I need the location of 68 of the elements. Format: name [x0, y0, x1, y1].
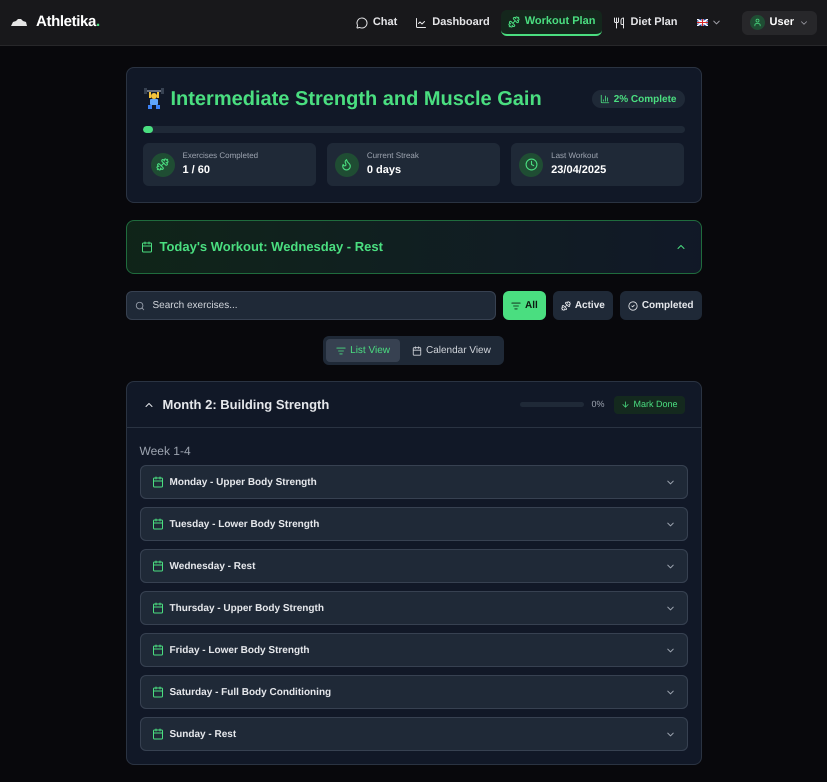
day-title: Friday - Lower Body Strength — [170, 644, 310, 658]
filter-button[interactable]: All — [503, 291, 546, 320]
brand-name: Athletika — [36, 12, 96, 32]
flame-icon — [340, 158, 354, 171]
logo-icon — [10, 18, 28, 27]
day-title: Sunday - Rest — [170, 728, 236, 742]
search-field[interactable]: Search exercises... — [126, 291, 496, 320]
calendar-icon — [152, 602, 164, 614]
day-row[interactable]: Thursday - Upper Body Strength — [140, 591, 688, 625]
clock-icon — [524, 158, 538, 171]
utensils-icon — [613, 16, 626, 28]
week-label: Week 1-4 — [140, 443, 192, 460]
arrow-down-icon — [621, 400, 630, 409]
completion-badge: 2% Complete — [592, 90, 684, 108]
list-icon — [336, 346, 346, 356]
flag-icon — [696, 19, 708, 26]
day-row[interactable]: Friday - Lower Body Strength — [140, 633, 688, 667]
calendar-icon — [140, 241, 152, 253]
stat-label: Last Workout — [551, 150, 600, 162]
line-chart-icon — [415, 16, 428, 28]
day-title: Wednesday - Rest — [170, 560, 256, 574]
nav-tab[interactable]: Workout Plan — [500, 10, 602, 36]
calendar-icon — [152, 476, 164, 488]
calendar-icon — [152, 560, 164, 572]
filter-button[interactable]: Active — [552, 291, 613, 320]
brand-dot: . — [96, 12, 100, 32]
weightlifter-icon — [142, 88, 164, 110]
nav-tab[interactable]: Chat — [348, 10, 404, 36]
calendar-icon — [152, 518, 164, 530]
nav-tab[interactable]: Diet Plan — [606, 10, 685, 36]
day-row[interactable]: Monday - Upper Body Strength — [140, 465, 688, 499]
day-row[interactable]: Sunday - Rest — [140, 717, 688, 751]
stat-label: Exercises Completed — [182, 150, 258, 162]
calendar-icon — [152, 644, 164, 656]
todays-workout-title: Today's Workout: Wednesday - Rest — [160, 238, 383, 256]
dumbbell-icon — [508, 16, 520, 28]
day-title: Monday - Upper Body Strength — [170, 476, 317, 490]
todays-workout-panel[interactable]: Today's Workout: Wednesday - Rest — [126, 220, 702, 274]
dumbbell-icon — [560, 300, 571, 310]
calendar-icon — [152, 686, 164, 698]
day-title: Thursday - Upper Body Strength — [170, 602, 324, 616]
plan-title: Intermediate Strength and Muscle Gain — [170, 87, 542, 112]
check-circle-icon — [628, 300, 638, 310]
view-tab[interactable]: List View — [326, 339, 400, 362]
view-tab[interactable]: Calendar View — [402, 339, 501, 362]
day-title: Saturday - Full Body Conditioning — [170, 686, 332, 700]
mark-done-button[interactable]: Mark Done — [614, 396, 684, 414]
month-toggle[interactable]: Month 2: Building Strength — [142, 394, 330, 414]
day-title: Tuesday - Lower Body Strength — [170, 518, 320, 532]
day-row[interactable]: Wednesday - Rest — [140, 549, 688, 583]
search-icon — [134, 300, 144, 310]
user-menu-button[interactable]: User — [742, 10, 817, 34]
stat-value: 0 days — [366, 163, 402, 178]
calendar-icon — [412, 346, 422, 356]
calendar-icon — [152, 728, 164, 740]
stat-label: Current Streak — [366, 150, 419, 162]
stat-value: 1 / 60 — [182, 163, 212, 178]
filter-button[interactable]: Completed — [620, 291, 702, 320]
dumbbell-icon — [156, 158, 169, 171]
bar-chart-icon — [600, 94, 610, 104]
nav-tab[interactable]: Dashboard — [408, 10, 497, 36]
chat-icon — [356, 16, 368, 28]
day-row[interactable]: Saturday - Full Body Conditioning — [140, 675, 688, 709]
filter-icon — [511, 300, 522, 310]
user-avatar-icon — [750, 15, 765, 30]
month-progress-reading: 0% — [591, 398, 604, 411]
stat-value: 23/04/2025 — [551, 163, 606, 178]
day-row[interactable]: Tuesday - Lower Body Strength — [140, 507, 688, 541]
